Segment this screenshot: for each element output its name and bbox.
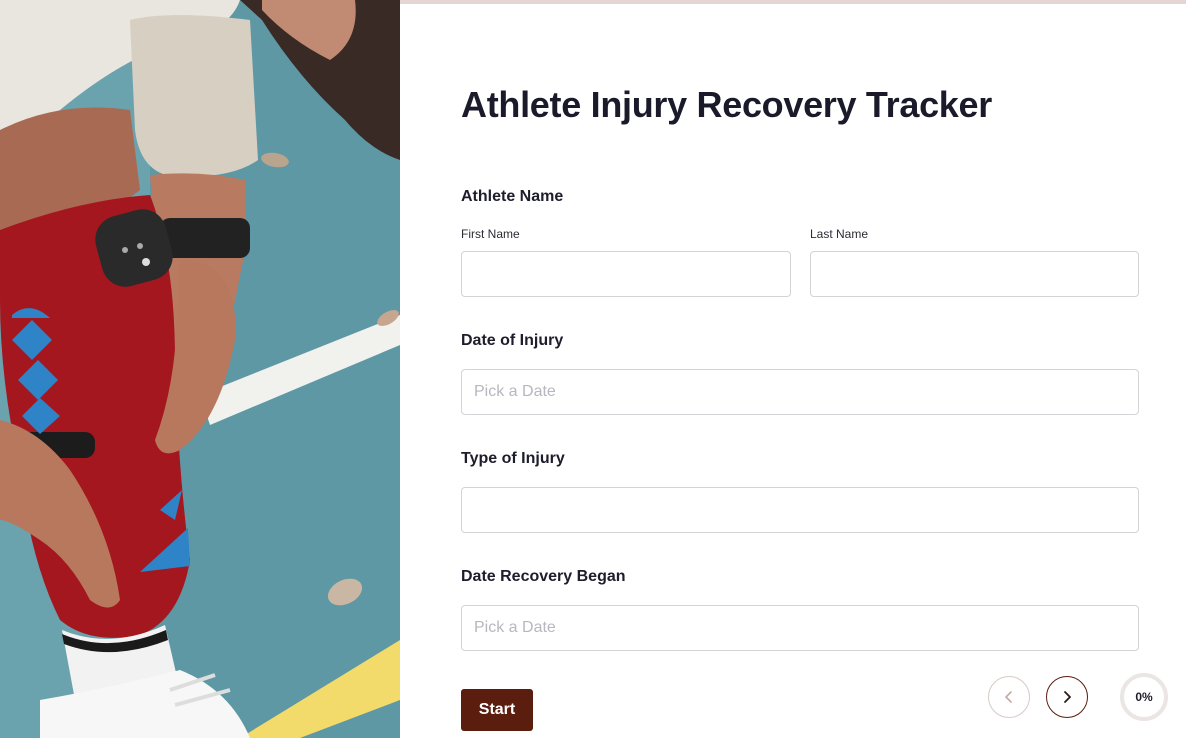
- top-progress-bar: [400, 0, 1186, 4]
- page-title: Athlete Injury Recovery Tracker: [461, 84, 992, 125]
- athlete-photo-illustration: [0, 0, 400, 738]
- start-button[interactable]: Start: [461, 689, 533, 731]
- progress-text: 0%: [1135, 690, 1153, 704]
- last-name-label: Last Name: [810, 227, 869, 241]
- chevron-left-icon: [1005, 691, 1012, 703]
- last-name-input[interactable]: [810, 251, 1139, 297]
- date-recovery-began-label: Date Recovery Began: [461, 568, 626, 585]
- athlete-photo: [0, 0, 400, 738]
- next-button[interactable]: [1046, 676, 1088, 718]
- date-of-injury-input[interactable]: [461, 369, 1139, 415]
- previous-button[interactable]: [988, 676, 1030, 718]
- type-of-injury-input[interactable]: [461, 487, 1139, 533]
- progress-indicator: 0%: [1120, 673, 1168, 721]
- scrollbar[interactable]: [1186, 0, 1200, 738]
- date-recovery-began-input[interactable]: [461, 605, 1139, 651]
- athlete-name-label: Athlete Name: [461, 188, 564, 205]
- date-of-injury-label: Date of Injury: [461, 332, 564, 349]
- first-name-label: First Name: [461, 227, 520, 241]
- first-name-input[interactable]: [461, 251, 791, 297]
- type-of-injury-label: Type of Injury: [461, 450, 565, 467]
- chevron-right-icon: [1064, 691, 1071, 703]
